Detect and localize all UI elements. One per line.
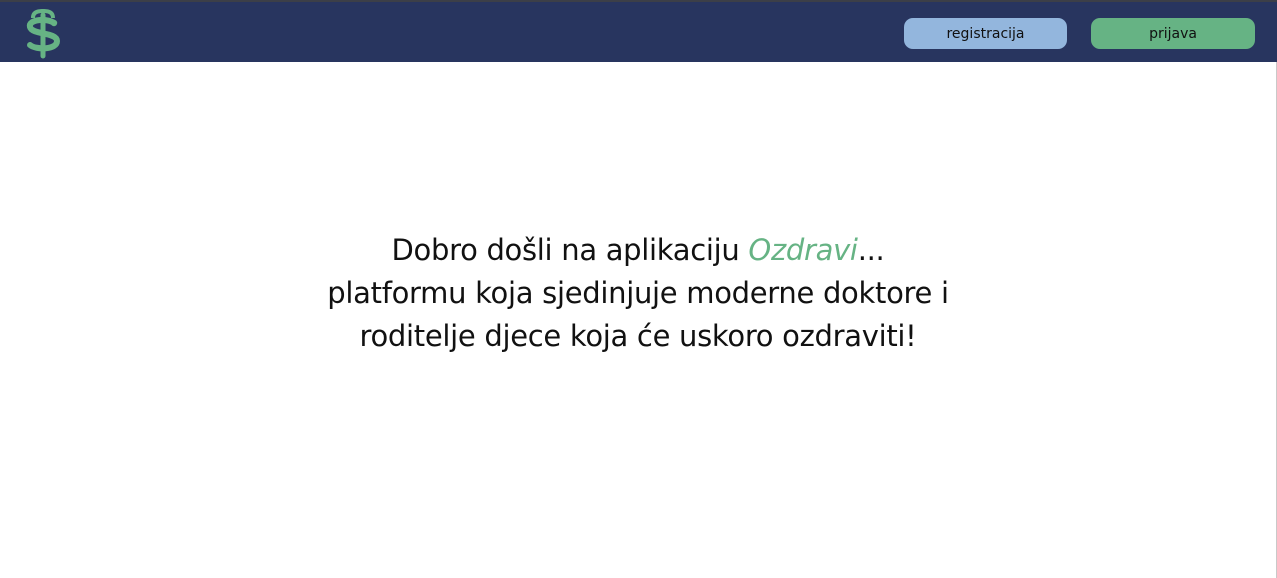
welcome-line-2: platformu koja sjedinjuje moderne doktor… — [327, 276, 949, 310]
welcome-ellipsis: ... — [857, 233, 885, 267]
register-button[interactable]: registracija — [904, 18, 1067, 49]
welcome-line-3: roditelje djece koja će uskoro ozdraviti… — [359, 319, 917, 353]
login-button[interactable]: prijava — [1091, 18, 1255, 49]
top-navigation-bar: registracija prijava — [0, 0, 1277, 62]
welcome-line-1: Dobro došli na aplikaciju Ozdravi... — [237, 229, 1039, 272]
welcome-message: Dobro došli na aplikaciju Ozdravi... pla… — [237, 229, 1039, 358]
welcome-prefix: Dobro došli na aplikaciju — [391, 233, 749, 267]
page: registracija prijava Dobro došli na apli… — [0, 0, 1277, 578]
caduceus-logo-icon[interactable] — [22, 7, 64, 59]
app-name: Ozdravi — [748, 233, 858, 267]
